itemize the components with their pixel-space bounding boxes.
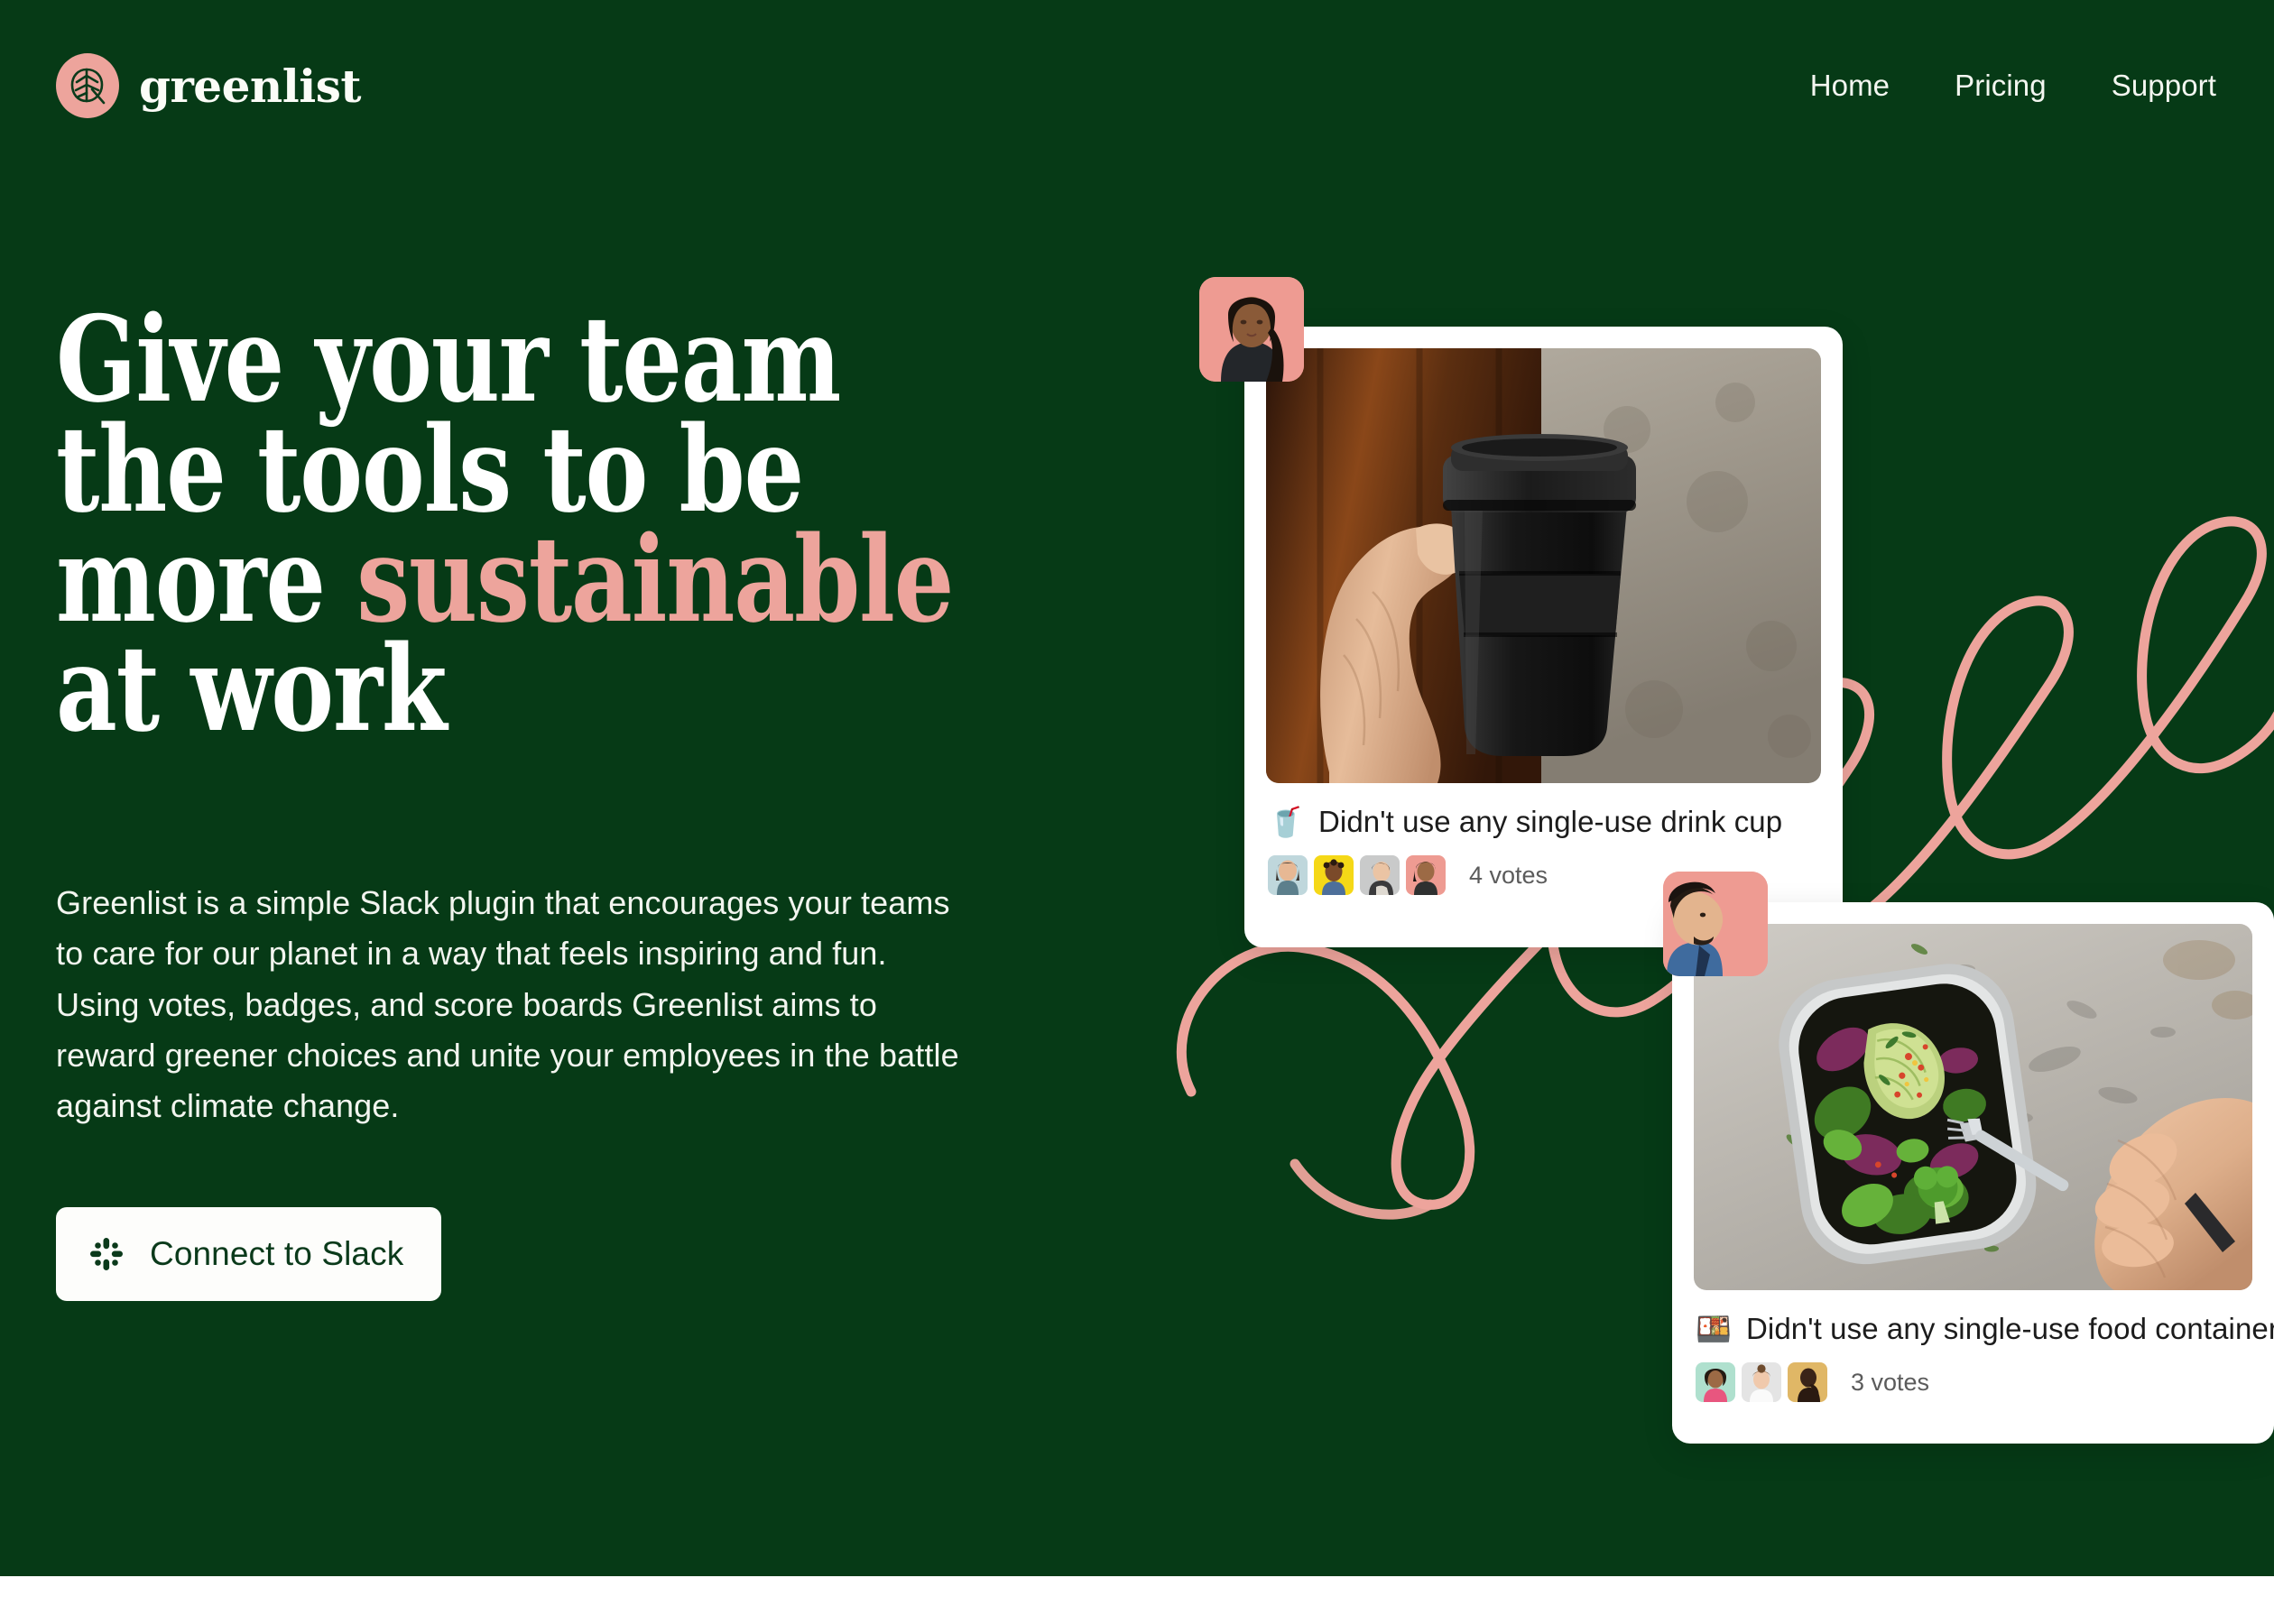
page-title: Give your team the tools to be more sust… — [56, 300, 1110, 748]
post-photo-drink-cup — [1266, 348, 1821, 783]
brand-name: greenlist — [139, 59, 362, 113]
post-title-row: 🥤 Didn't use any single-use drink cup — [1244, 783, 1843, 839]
post-title: Didn't use any single-use food container — [1745, 1312, 2274, 1345]
voter-avatar-2[interactable] — [1314, 855, 1354, 895]
cup-with-straw-emoji: 🥤 — [1268, 806, 1304, 838]
slack-icon — [87, 1234, 126, 1274]
post-card-food-container[interactable]: 🍱 Didn't use any single-use food contain… — [1672, 902, 2274, 1444]
hero-content: Give your team the tools to be more sust… — [56, 300, 1121, 1302]
floating-avatar-badge-woman — [1199, 277, 1304, 382]
connect-to-slack-label: Connect to Slack — [150, 1235, 404, 1273]
nav-item-pricing[interactable]: Pricing — [1922, 69, 2079, 103]
post-title: Didn't use any single-use drink cup — [1317, 805, 1783, 838]
post-photo-food-container — [1694, 924, 2252, 1290]
bento-box-emoji: 🍱 — [1696, 1313, 1732, 1345]
site-header: greenlist Home Pricing Support — [0, 0, 2274, 171]
voter-avatar-4[interactable] — [1406, 855, 1446, 895]
headline-line-4: at work — [56, 619, 448, 759]
post-title-row: 🍱 Didn't use any single-use food contain… — [1672, 1290, 2274, 1346]
voter-avatar-2[interactable] — [1742, 1362, 1781, 1402]
voter-avatar-3[interactable] — [1360, 855, 1400, 895]
floating-avatar-badge-man — [1663, 872, 1768, 976]
voter-avatar-3[interactable] — [1788, 1362, 1827, 1402]
votes-count: 3 votes — [1851, 1368, 1930, 1396]
main-navigation: Home Pricing Support — [1778, 69, 2216, 103]
votes-count: 4 votes — [1469, 861, 1548, 889]
connect-to-slack-button[interactable]: Connect to Slack — [56, 1207, 442, 1302]
nav-item-support[interactable]: Support — [2079, 69, 2216, 103]
voter-avatar-group — [1268, 855, 1446, 895]
nav-item-home[interactable]: Home — [1778, 69, 1922, 103]
post-card-drink-cup[interactable]: 🥤 Didn't use any single-use drink cup 4 … — [1244, 327, 1843, 947]
voter-avatar-1[interactable] — [1696, 1362, 1735, 1402]
voter-avatar-1[interactable] — [1268, 855, 1308, 895]
brand-logo[interactable]: greenlist — [56, 53, 362, 118]
hero-description: Greenlist is a simple Slack plugin that … — [56, 884, 959, 1124]
voter-avatar-group — [1696, 1362, 1827, 1402]
post-votes-row: 3 votes — [1672, 1346, 2274, 1402]
hero-section: greenlist Home Pricing Support Give your… — [0, 0, 2274, 1576]
leaf-icon — [56, 53, 119, 118]
landing-page: greenlist Home Pricing Support Give your… — [0, 0, 2274, 1624]
